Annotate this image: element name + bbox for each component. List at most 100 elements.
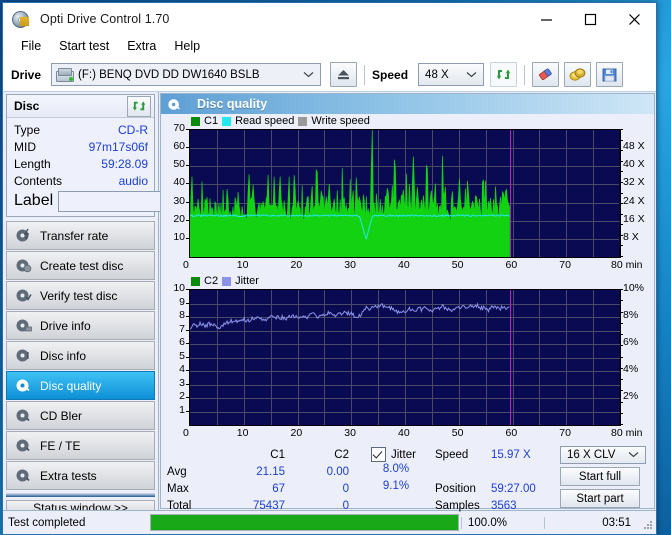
stats-c1-header: C1 [270, 448, 285, 461]
legend-label: C1 [204, 115, 219, 127]
maximize-button[interactable] [568, 3, 612, 35]
refresh-button[interactable] [490, 62, 518, 87]
samples-stat-label: Samples [435, 499, 480, 512]
x-tick-label: 40 [398, 427, 410, 439]
y2-tick-mark [619, 336, 621, 338]
x-tick-label: 20 [290, 427, 303, 439]
c1-chart[interactable]: C1 Read speed Write speed 10 20 30 40 50 60 70 0 1… [161, 114, 654, 274]
y2-tick-mark [619, 302, 621, 304]
y2-tick-mark [619, 175, 621, 177]
y2-tick-mark [619, 209, 621, 211]
disc-mid-label: MID [14, 139, 36, 154]
y2-tick-mark [619, 410, 621, 412]
jitter-toggle-row[interactable]: Jitter [371, 446, 421, 463]
sidebar-item-label: Verify test disc [40, 288, 118, 303]
disc-row-label: Label [14, 190, 263, 212]
disc-info-icon [15, 347, 32, 364]
drive-icon [56, 67, 75, 82]
samples-stat-value: 3563 [491, 499, 517, 512]
app-disc-icon [12, 9, 32, 29]
y2-tick-label: 32 X [623, 176, 645, 189]
y-tick-label: 50 [173, 158, 185, 171]
minimize-button[interactable] [524, 3, 568, 35]
close-button[interactable] [612, 3, 656, 35]
y2-tick-mark [619, 352, 621, 353]
disc-quality-icon [15, 377, 32, 394]
write-speed-select[interactable]: 16 X CLV [560, 446, 646, 465]
y-tick-label: 6 [179, 336, 185, 348]
legend-swatch [191, 276, 200, 286]
start-full-button[interactable]: Start full [560, 467, 640, 487]
y2-tick-mark [619, 253, 621, 255]
menu-file[interactable]: File [12, 37, 50, 56]
c1-plot-area[interactable] [189, 129, 621, 258]
y2-tick-mark [619, 421, 621, 423]
erase-button[interactable] [532, 62, 560, 87]
legend-swatch [191, 116, 200, 126]
resize-grip-icon[interactable] [639, 516, 653, 530]
status-bar: Test completed 100.0% 03:51 [3, 510, 656, 534]
y2-tick-mark [619, 137, 621, 139]
sidebar-item-verify-test-disc[interactable]: Verify test disc [6, 281, 155, 310]
y2-tick-mark [619, 179, 621, 181]
drive-select-value: (F:) BENQ DVD DD DW1640 BSLB [78, 68, 260, 81]
sidebar-item-disc-info[interactable]: Disc info [6, 341, 155, 370]
y2-tick-mark [619, 169, 621, 171]
speed-row: Speed 15.97 X [435, 446, 555, 463]
menu-help[interactable]: Help [165, 37, 209, 56]
jitter-plot-area[interactable] [189, 289, 621, 426]
eject-button[interactable] [330, 62, 358, 87]
legend-label: C2 [204, 275, 219, 287]
disc-refresh-button[interactable] [127, 95, 151, 117]
stats-avg-label: Avg [167, 465, 187, 478]
sidebar-item-extra-tests[interactable]: Extra tests [6, 461, 155, 490]
y2-tick-mark [619, 186, 621, 188]
y2-tick-mark [619, 226, 621, 228]
sidebar-item-disc-quality[interactable]: Disc quality [6, 371, 155, 400]
y2-tick-mark [619, 154, 621, 156]
y2-tick-mark [619, 148, 621, 150]
legend-swatch [222, 276, 232, 286]
x-tick-label: 20 [290, 259, 303, 271]
menu-start-test[interactable]: Start test [50, 37, 118, 56]
progress-percent-text: 100.0% [461, 516, 544, 529]
sidebar-item-label: Drive info [40, 318, 91, 333]
start-part-button[interactable]: Start part [560, 489, 640, 508]
jitter-max-value: 9.1% [382, 480, 410, 492]
error-stats-table: C1 C2 Avg 21.15 0.00 Max 67 0 Total 7543… [167, 446, 349, 512]
y-tick-mark [186, 147, 189, 149]
y2-tick-mark [619, 245, 623, 247]
jitter-checkbox[interactable] [371, 447, 386, 462]
jitter-chart[interactable]: C2 Jitter 1 2 3 4 5 6 7 8 9 10 0 10 20 30 40 50 60 70 80 mi… [161, 274, 654, 442]
sidebar-item-cd-bler[interactable]: CD Bler [6, 401, 155, 430]
series-jitter [190, 302, 510, 330]
bitsetting-button[interactable] [564, 62, 592, 87]
y2-tick-mark [619, 203, 623, 205]
x-tick-label: 0 [183, 427, 189, 439]
save-button[interactable] [596, 62, 624, 87]
menu-extra[interactable]: Extra [118, 37, 165, 56]
disc-bler-icon [15, 407, 32, 424]
disc-panel-title: Disc [14, 99, 40, 113]
y2-tick-mark [619, 392, 621, 394]
speed-select-value: 48 X [425, 68, 449, 81]
y2-tick-label: 24 X [623, 194, 645, 207]
y2-tick-mark [619, 343, 621, 344]
sidebar-item-fe-te[interactable]: FE / TE [6, 431, 155, 460]
y2-tick-mark [619, 349, 621, 351]
sidebar-item-create-test-disc[interactable]: Create test disc [6, 251, 155, 280]
disc-transfer-icon [15, 227, 32, 244]
sidebar-item-drive-info[interactable]: Drive info [6, 311, 155, 340]
sidebar: Disc Type CD-R MID 97m17s06f Length 59:2… [3, 92, 263, 516]
stats-max-label: Max [167, 482, 189, 495]
speed-select[interactable]: 48 X [418, 63, 485, 86]
y2-tick-mark [619, 145, 621, 147]
y-tick-label: 4 [179, 363, 185, 375]
y2-tick-mark [619, 325, 621, 326]
drive-select[interactable]: (F:) BENQ DVD DD DW1640 BSLB [51, 63, 322, 86]
y-tick-label: 40 [173, 176, 185, 189]
y2-tick-mark [619, 365, 621, 367]
sidebar-item-transfer-rate[interactable]: Transfer rate [6, 221, 155, 250]
y2-tick-mark [619, 181, 623, 183]
y2-tick-mark [619, 217, 621, 219]
